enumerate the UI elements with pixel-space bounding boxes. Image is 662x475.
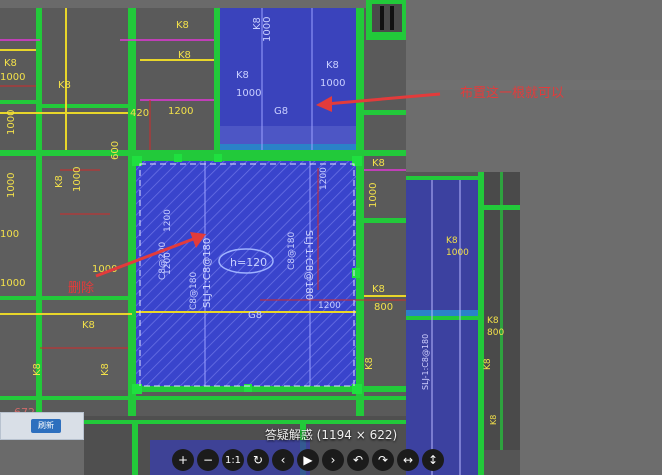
c8180-label-2: C8@180 — [287, 232, 297, 270]
image-caption: 答疑解惑 (1194 × 622) — [264, 428, 398, 442]
blue-1000-a: 1000 — [236, 88, 261, 99]
k8-right-1: K8 — [372, 158, 385, 169]
play-button[interactable]: ▶ — [297, 449, 319, 471]
blue-g8-label: G8 — [274, 106, 288, 117]
next-button[interactable]: › — [322, 449, 344, 471]
k8-left-1: K8 — [4, 58, 17, 69]
sec-k8-label-3: K8 — [483, 358, 493, 370]
k8-right-2: K8 — [372, 284, 385, 295]
viewer-toolbar: + − 1:1 ↻ ‹ ▶ › ↶ ↷ ↔ ↕ — [172, 449, 444, 471]
sec-k8-label: K8 — [446, 236, 458, 246]
blue-k8-b: K8 — [326, 60, 339, 71]
undo-button[interactable]: ↶ — [347, 449, 369, 471]
zoom-out-button[interactable]: − — [197, 449, 219, 471]
actual-size-button[interactable]: 1:1 — [222, 449, 244, 471]
blue-k8-a: K8 — [236, 70, 249, 81]
fit-width-button[interactable]: ↔ — [397, 449, 419, 471]
rotate-button[interactable]: ↻ — [247, 449, 269, 471]
k8-top-mid: K8 — [176, 20, 189, 31]
annotation-top: 布置这一根就可以 — [460, 86, 565, 101]
fit-height-button[interactable]: ↕ — [422, 449, 444, 471]
l600-label: 600 — [110, 141, 121, 160]
g8-label-slab: G8 — [248, 310, 262, 321]
slab-mark-1: SLJ-1:C8@180 — [202, 238, 213, 308]
slab-1200-c: 1200 — [319, 167, 329, 190]
annotation-left: 删除 — [68, 281, 95, 296]
k8-left-3: K8 — [54, 175, 65, 188]
sec-k8-label-4: K8 — [489, 415, 498, 425]
k8-right-3: K8 — [364, 357, 375, 370]
slab-1200-d: 1200 — [318, 301, 341, 311]
zoom-in-button[interactable]: + — [172, 449, 194, 471]
slab-1200-a: 1200 — [163, 209, 173, 232]
redo-button[interactable]: ↷ — [372, 449, 394, 471]
sec-1000-label: 1000 — [446, 248, 469, 258]
l1200-top: 1200 — [168, 106, 193, 117]
slab-1200-b: 1200 — [163, 252, 173, 275]
sec-800-label: 800 — [487, 328, 504, 338]
k8-top-mid-2: K8 — [178, 50, 191, 61]
l1000-left-4: 1000 — [72, 167, 83, 192]
top-1000-label: 1000 — [262, 17, 273, 42]
sec-slab-mark: SLJ-1:C8@180 — [421, 334, 430, 390]
l100-left: 100 — [0, 229, 19, 240]
l1000-left-2: 1000 — [6, 110, 17, 135]
l1000-left-6: 1000 — [0, 278, 25, 289]
l1000-left-3: 1000 — [6, 173, 17, 198]
k8-left-4: K8 — [82, 320, 95, 331]
cad-drawing: K8 1000 K8 800 K8 SLJ-1:C8@180 K8 h=120 … — [0, 0, 662, 475]
c8180-label-1: C8@180 — [189, 272, 199, 310]
sec-k8-label-2: K8 — [487, 316, 499, 326]
slab-mark-2: SLJ-1:C8@180 — [303, 230, 314, 300]
k8-left-6: K8 — [100, 363, 111, 376]
blue-1000-b: 1000 — [320, 78, 345, 89]
l800-right: 800 — [374, 302, 393, 313]
slab-thickness-label: h=120 — [230, 256, 267, 269]
l1000-left-1: 1000 — [0, 72, 25, 83]
k8-left-2: K8 — [58, 80, 71, 91]
prev-button[interactable]: ‹ — [272, 449, 294, 471]
l420-label: 420 — [130, 108, 149, 119]
k8-left-5: K8 — [32, 363, 43, 376]
l1000-right: 1000 — [368, 183, 379, 208]
main-drawing: h=120 SLJ-1:C8@180 SLJ-1:C8@180 C8@200 C… — [0, 0, 441, 447]
image-viewer: K8 1000 K8 800 K8 SLJ-1:C8@180 K8 h=120 … — [0, 0, 662, 475]
